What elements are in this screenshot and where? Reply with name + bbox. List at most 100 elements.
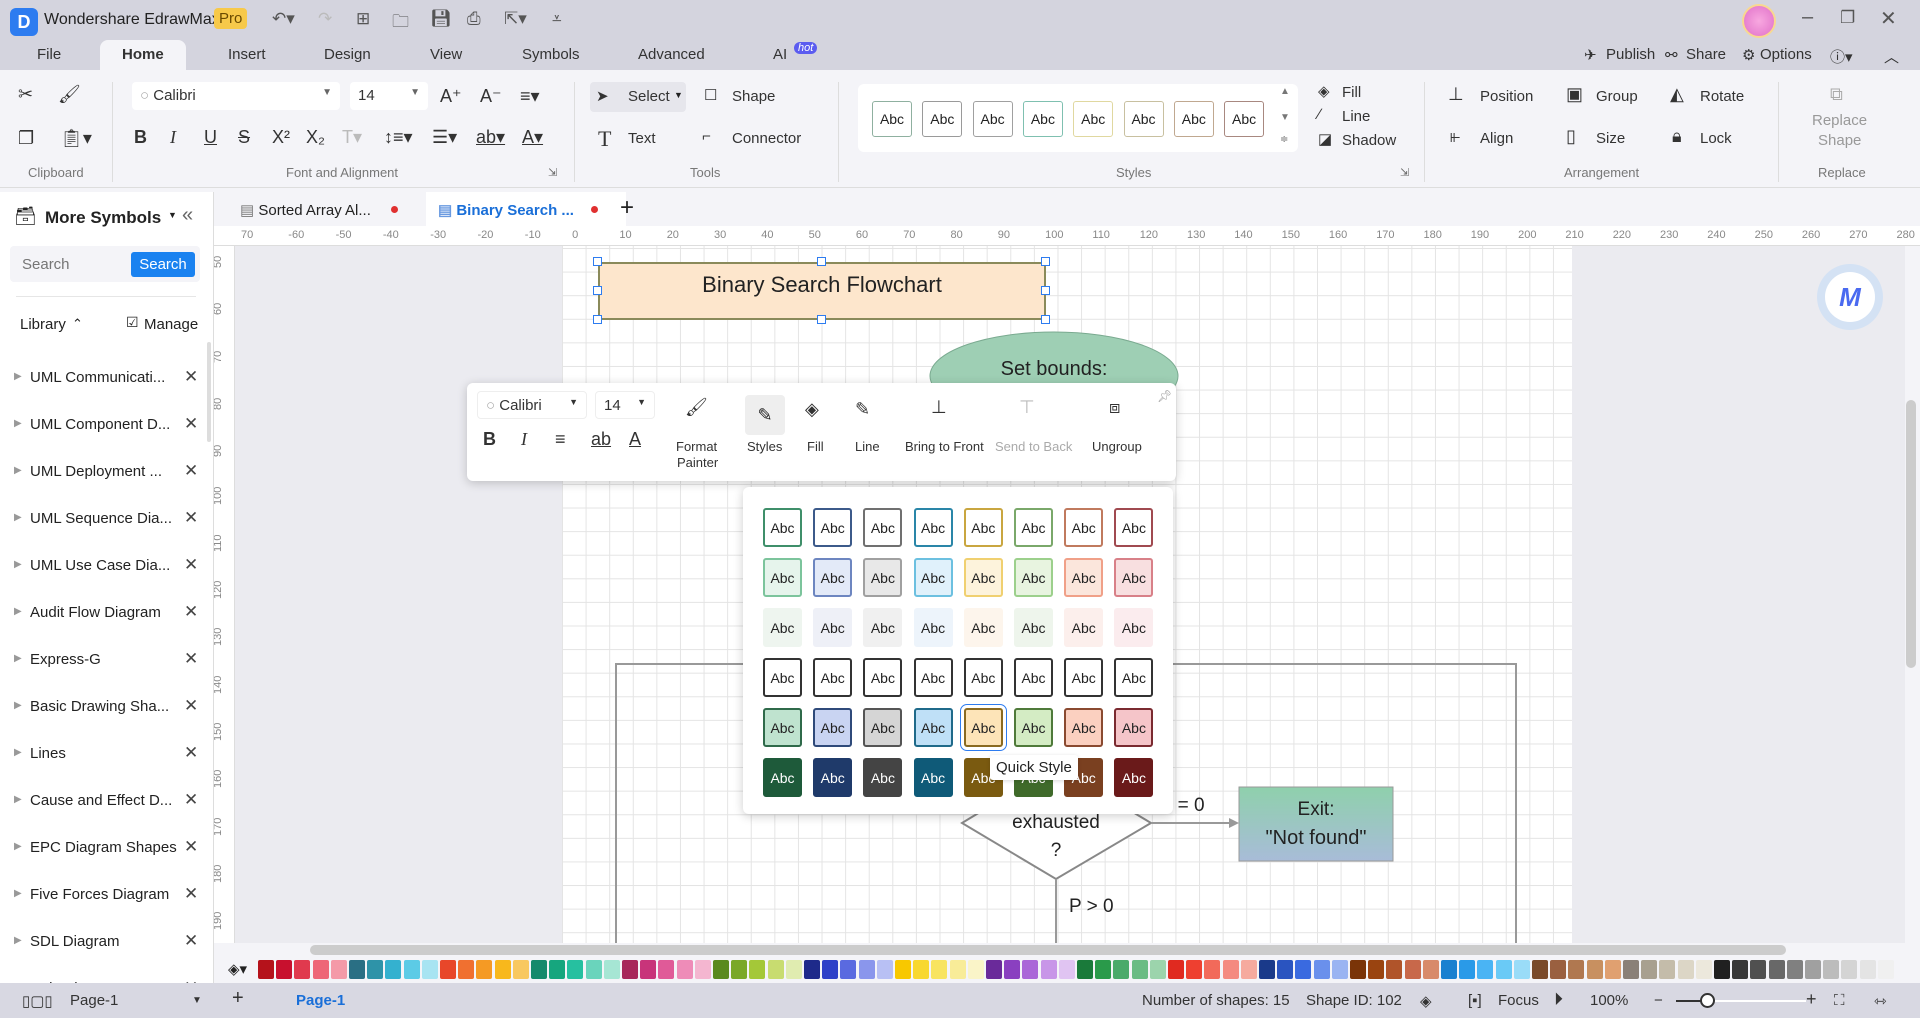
float-size-select[interactable]: 14 ▼	[595, 391, 655, 419]
library-toggle[interactable]: Library	[20, 316, 66, 333]
color-swatch[interactable]	[385, 960, 402, 979]
color-swatch[interactable]	[1186, 960, 1203, 979]
color-swatch[interactable]	[494, 960, 511, 979]
library-item[interactable]: ▶ UML Use Case Dia... ✕	[0, 555, 213, 602]
color-swatch[interactable]	[1386, 960, 1403, 979]
font-size-select[interactable]: 14 ▼	[350, 82, 428, 110]
color-swatch[interactable]	[713, 960, 729, 979]
bold-icon[interactable]: B	[483, 429, 496, 450]
color-swatch[interactable]	[895, 960, 911, 979]
style-gallery-item[interactable]: Abc	[1123, 101, 1164, 137]
gallery-expand-icon[interactable]: ≑	[1280, 134, 1288, 145]
color-swatch[interactable]	[1768, 960, 1785, 979]
color-swatch[interactable]	[767, 960, 784, 979]
search-button[interactable]: Search	[131, 252, 195, 277]
styles-dialog-launcher-icon[interactable]: ⇲	[1400, 166, 1409, 179]
resize-handle[interactable]	[593, 315, 602, 324]
expand-arrow-icon[interactable]: ▶	[14, 841, 22, 852]
fill-bucket-icon[interactable]: ◈▾	[228, 960, 247, 978]
add-page-icon[interactable]: +	[232, 987, 244, 1010]
color-swatch[interactable]	[1641, 960, 1658, 979]
print-icon[interactable]: ⎙	[467, 9, 481, 29]
quick-style-option[interactable]: Abc	[913, 558, 953, 597]
close-library-icon[interactable]: ✕	[184, 743, 198, 763]
close-icon[interactable]: ✕	[1880, 6, 1897, 31]
pin-icon[interactable]: 📌︎	[1157, 389, 1172, 403]
quick-style-option[interactable]: Abc	[763, 608, 802, 647]
color-swatch[interactable]	[312, 960, 329, 979]
help-icon[interactable]: ⓘ▾	[1830, 46, 1853, 67]
send-to-back-icon[interactable]: ⊤	[1019, 397, 1035, 418]
focus-icon[interactable]: [▪]	[1468, 992, 1482, 1009]
quick-style-option[interactable]: Abc	[813, 608, 853, 647]
underline-icon[interactable]: U	[204, 127, 217, 148]
layers-icon[interactable]: ◈	[1420, 992, 1432, 1010]
line-icon[interactable]: ✎	[855, 399, 870, 420]
color-swatch[interactable]	[1004, 960, 1021, 979]
italic-icon[interactable]: I	[170, 127, 176, 148]
fill-icon[interactable]: ◈	[805, 399, 819, 420]
highlight-icon[interactable]: ab	[591, 429, 611, 450]
quick-style-option[interactable]: Abc	[913, 658, 953, 697]
bullets-icon[interactable]: ☰▾	[432, 127, 457, 148]
fullscreen-icon[interactable]: ⛶	[1834, 992, 1845, 1009]
color-swatch[interactable]	[1623, 960, 1639, 979]
paste-icon[interactable]: 📋︎▾	[60, 128, 92, 149]
expand-arrow-icon[interactable]: ▶	[14, 465, 22, 476]
library-item[interactable]: ▶ Audit Flow Diagram ✕	[0, 602, 213, 649]
chevron-up-icon[interactable]: ⌃	[72, 316, 83, 332]
quick-style-option[interactable]: Abc	[813, 508, 853, 547]
library-item[interactable]: ▶ Express-G ✕	[0, 649, 213, 696]
color-swatch[interactable]	[1204, 960, 1221, 979]
quick-style-option[interactable]: Abc	[813, 708, 853, 747]
tab-ai[interactable]: AI	[773, 46, 787, 63]
color-swatch[interactable]	[1022, 960, 1039, 979]
color-swatch[interactable]	[1168, 960, 1184, 979]
close-library-icon[interactable]: ✕	[184, 602, 198, 622]
vertical-scrollbar[interactable]	[1906, 400, 1916, 668]
color-swatch[interactable]	[986, 960, 1002, 979]
color-swatch[interactable]	[622, 960, 638, 979]
library-item[interactable]: ▶ Lines ✕	[0, 743, 213, 790]
color-swatch[interactable]	[949, 960, 966, 979]
color-swatch[interactable]	[1240, 960, 1257, 979]
color-swatch[interactable]	[1350, 960, 1366, 979]
format-painter-label-2[interactable]: Painter	[677, 455, 718, 470]
color-swatch[interactable]	[1495, 960, 1512, 979]
style-gallery-item[interactable]: Abc	[1173, 101, 1214, 137]
tab-view[interactable]: View	[430, 46, 462, 63]
library-item[interactable]: ▶ Cause and Effect D... ✕	[0, 790, 213, 837]
color-swatch[interactable]	[1113, 960, 1130, 979]
align-button[interactable]: Align	[1480, 130, 1513, 147]
font-dialog-launcher-icon[interactable]: ⇲	[548, 166, 557, 179]
quick-style-option[interactable]: Abc	[1014, 558, 1053, 597]
page-panel-icon[interactable]: ▯▢▯	[22, 992, 53, 1010]
color-swatch[interactable]	[1259, 960, 1275, 979]
quick-style-option[interactable]: Abc	[863, 758, 903, 797]
fit-page-icon[interactable]: ⇿	[1874, 992, 1887, 1010]
zoom-out-icon[interactable]: −	[1654, 992, 1663, 1009]
tab-design[interactable]: Design	[324, 46, 371, 63]
color-swatch[interactable]	[1805, 960, 1821, 979]
quick-style-option[interactable]: Abc	[1064, 658, 1104, 697]
quick-style-option[interactable]: Abc	[863, 508, 903, 547]
color-swatch[interactable]	[1459, 960, 1476, 979]
color-swatch[interactable]	[1441, 960, 1457, 979]
quick-style-option[interactable]: Abc	[1014, 708, 1053, 747]
quick-style-option[interactable]: Abc	[913, 508, 953, 547]
close-library-icon[interactable]: ✕	[184, 414, 198, 434]
close-library-icon[interactable]: ✕	[184, 696, 198, 716]
color-swatch[interactable]	[330, 960, 347, 979]
shadow-button[interactable]: Shadow	[1342, 132, 1396, 149]
quick-style-option[interactable]: Abc	[1064, 558, 1104, 597]
quick-style-option[interactable]: Abc	[963, 658, 1003, 697]
color-swatch[interactable]	[1095, 960, 1112, 979]
color-swatch[interactable]	[403, 960, 420, 979]
strikethrough-icon[interactable]: S	[238, 127, 250, 148]
superscript-icon[interactable]: X²	[272, 127, 290, 148]
select-button[interactable]: ➤ Select ▼	[590, 82, 686, 112]
sidebar-scrollbar[interactable]	[207, 342, 211, 442]
library-item[interactable]: ▶ Basic Drawing Sha... ✕	[0, 696, 213, 743]
color-swatch[interactable]	[476, 960, 493, 979]
color-swatch[interactable]	[967, 960, 984, 979]
